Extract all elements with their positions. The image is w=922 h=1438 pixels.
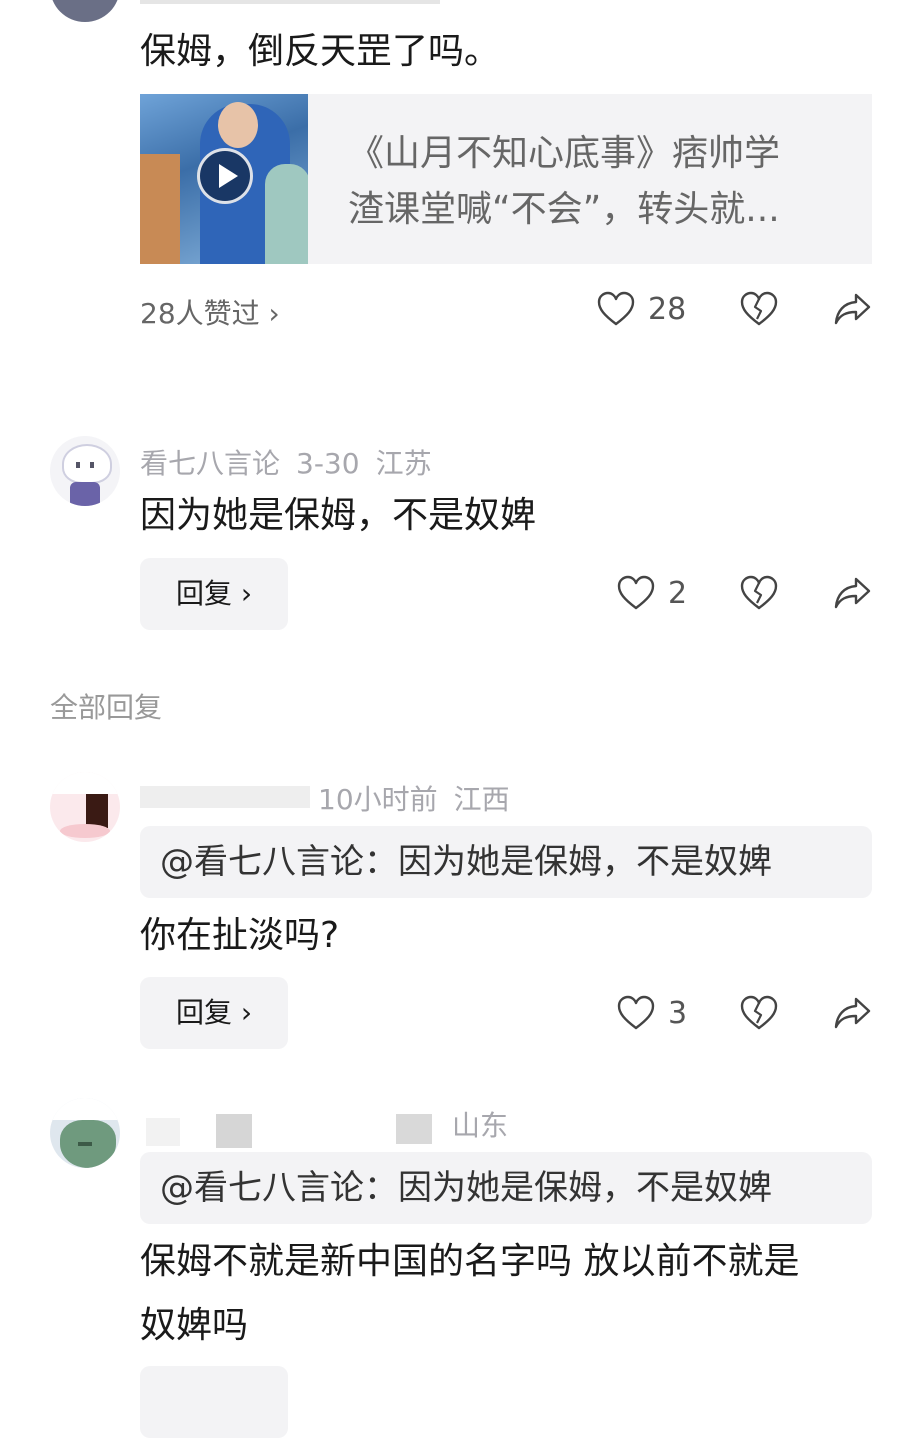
video-card[interactable]: 《山月不知心底事》痞帅学 渣课堂喊“不会”，转头就... xyxy=(140,94,872,264)
comment-location: 江西 xyxy=(453,783,510,816)
quoted-comment[interactable]: @看七八言论：因为她是保姆，不是奴婢 xyxy=(140,1152,872,1224)
comment-location: 江苏 xyxy=(375,447,432,480)
video-title-line: 《山月不知心底事》痞帅学 xyxy=(348,133,781,174)
video-thumbnail[interactable] xyxy=(140,94,308,264)
avatar[interactable] xyxy=(50,0,120,22)
username-redacted xyxy=(140,786,310,808)
quoted-comment[interactable]: @看七八言论：因为她是保姆，不是奴婢 xyxy=(140,826,872,898)
comment-text: 保姆不就是新中国的名字吗 放以前不就是 奴婢吗 xyxy=(140,1230,799,1358)
play-icon[interactable] xyxy=(197,148,253,204)
reply-button[interactable]: 回复 › xyxy=(140,977,288,1049)
reply-button[interactable]: 回复 › xyxy=(140,558,288,630)
username-redacted xyxy=(140,0,440,4)
reply-button[interactable] xyxy=(140,1366,288,1438)
share-arrow-icon[interactable] xyxy=(832,994,872,1032)
like-count: 3 xyxy=(668,996,688,1031)
likes-link[interactable]: 28人赞过 › xyxy=(140,292,280,332)
comment-meta: 10小时前 江西 xyxy=(318,778,526,818)
username-redacted xyxy=(146,1118,180,1146)
like-count: 28 xyxy=(648,292,687,327)
comment-location: 山东 xyxy=(452,1109,509,1142)
comment-text: 因为她是保姆，不是奴婢 xyxy=(140,495,537,536)
username[interactable]: 看七八言论 xyxy=(140,447,280,480)
heart-outline-icon[interactable] xyxy=(616,574,656,612)
section-title: 全部回复 xyxy=(50,691,163,724)
broken-heart-icon[interactable] xyxy=(739,290,779,328)
heart-outline-icon[interactable] xyxy=(596,290,636,328)
share-arrow-icon[interactable] xyxy=(832,290,872,328)
share-arrow-icon[interactable] xyxy=(832,574,872,612)
comment-text: 你在扯淡吗? xyxy=(140,915,340,956)
video-title-line: 渣课堂喊“不会”，转头就... xyxy=(348,189,780,230)
broken-heart-icon[interactable] xyxy=(739,574,779,612)
comment-text-line: 保姆不就是新中国的名字吗 放以前不就是 xyxy=(140,1241,800,1282)
comment-text: 保姆，倒反天罡了吗。 xyxy=(140,31,501,72)
video-title[interactable]: 《山月不知心底事》痞帅学 渣课堂喊“不会”，转头就... xyxy=(348,126,848,238)
username-redacted xyxy=(216,1114,252,1148)
broken-heart-icon[interactable] xyxy=(739,994,779,1032)
like-count: 2 xyxy=(668,576,688,611)
comment-meta: 看七八言论 3-30 江苏 xyxy=(140,442,448,482)
comment-text-line: 奴婢吗 xyxy=(140,1305,249,1346)
comment-date: 3-30 xyxy=(296,447,360,480)
avatar[interactable] xyxy=(50,436,120,506)
avatar[interactable] xyxy=(50,1098,120,1168)
heart-outline-icon[interactable] xyxy=(616,994,656,1032)
avatar[interactable] xyxy=(50,772,120,842)
comment-time: 10小时前 xyxy=(318,783,438,816)
username-redacted xyxy=(396,1114,432,1144)
